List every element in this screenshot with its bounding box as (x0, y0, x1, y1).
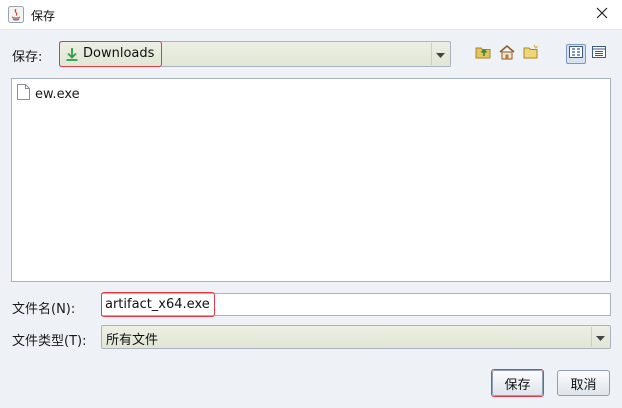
up-one-level-icon (475, 44, 493, 64)
download-folder-icon (65, 47, 79, 66)
home-icon (498, 44, 516, 64)
home-button[interactable] (497, 44, 517, 64)
filetype-combobox[interactable]: 所有文件 (101, 325, 611, 349)
close-icon (596, 7, 608, 23)
list-item[interactable]: ew.exe (17, 84, 80, 104)
current-folder-name: Downloads (83, 46, 155, 61)
filename-input[interactable] (101, 293, 611, 316)
java-app-icon (8, 6, 24, 23)
save-button[interactable]: 保存 (492, 370, 543, 396)
save-in-label: 保存: (12, 50, 43, 65)
save-in-combobox[interactable]: Downloads (59, 41, 451, 67)
file-list[interactable]: ew.exe (11, 78, 611, 282)
cancel-button[interactable]: 取消 (557, 370, 610, 396)
file-icon (17, 84, 30, 104)
details-view-icon (592, 46, 606, 62)
chevron-down-icon (596, 330, 605, 345)
save-in-dropdown-button[interactable] (431, 43, 449, 65)
filetype-selected: 所有文件 (106, 333, 159, 348)
title-bar: 保存 (0, 0, 622, 30)
filetype-dropdown-button[interactable] (591, 327, 609, 347)
filetype-label: 文件类型(T): (12, 334, 87, 349)
up-one-level-button[interactable] (474, 44, 494, 64)
list-view-button[interactable] (566, 44, 586, 64)
chevron-down-icon (436, 47, 445, 62)
list-view-icon (569, 46, 583, 62)
new-folder-icon (522, 44, 540, 64)
details-view-button[interactable] (589, 44, 609, 64)
file-name: ew.exe (35, 86, 80, 102)
new-folder-button[interactable] (521, 44, 541, 64)
filename-label: 文件名(N): (12, 302, 76, 317)
window-title: 保存 (31, 9, 56, 23)
close-button[interactable] (582, 0, 622, 30)
